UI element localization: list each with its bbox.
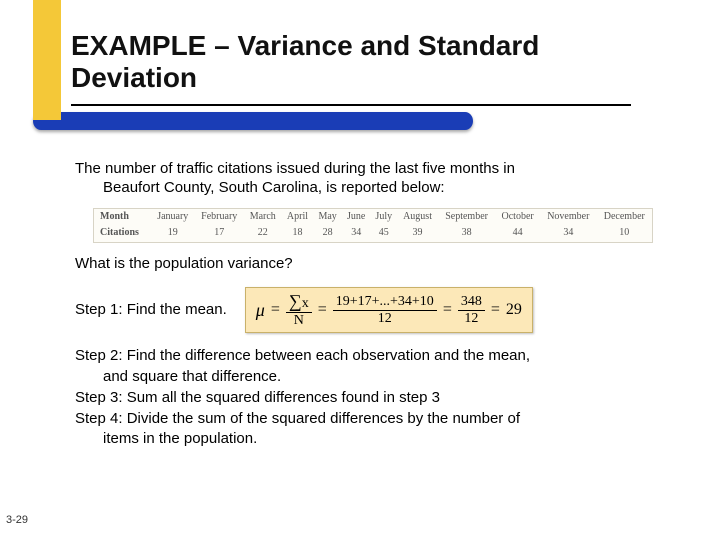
equals-sign: = bbox=[318, 300, 327, 320]
step-4-line-1: Step 4: Divide the sum of the squared di… bbox=[75, 410, 665, 429]
table-cell: September bbox=[438, 208, 495, 225]
table-cell: 17 bbox=[195, 225, 244, 242]
fraction-sumx-over-n: ∑x N bbox=[286, 292, 312, 328]
table-cell: 18 bbox=[282, 225, 314, 242]
expansion-denominator: 12 bbox=[378, 311, 392, 326]
gold-accent-bar bbox=[33, 0, 61, 120]
table-cell: 22 bbox=[244, 225, 282, 242]
table-row: Citations 19 17 22 18 28 34 45 39 38 44 … bbox=[94, 225, 653, 242]
expansion-numerator: 19+17+...+34+10 bbox=[333, 295, 437, 311]
equals-sign: = bbox=[271, 300, 280, 320]
mean-formula: μ = ∑x N = 19+17+...+34+10 12 = 348 12 =… bbox=[245, 287, 533, 333]
sum-total: 348 bbox=[458, 295, 485, 311]
mean-result: 29 bbox=[506, 300, 522, 320]
table-cell: 39 bbox=[397, 225, 438, 242]
table-cell: November bbox=[540, 208, 597, 225]
table-cell: February bbox=[195, 208, 244, 225]
slide-title: EXAMPLE – Variance and Standard Deviatio… bbox=[71, 30, 671, 94]
table-cell: June bbox=[342, 208, 371, 225]
total-denominator: 12 bbox=[464, 311, 478, 326]
intro-line-2: Beaufort County, South Carolina, is repo… bbox=[75, 179, 665, 198]
row-label: Month bbox=[94, 208, 152, 225]
table-cell: 44 bbox=[495, 225, 540, 242]
table-cell: 45 bbox=[370, 225, 397, 242]
table-cell: April bbox=[282, 208, 314, 225]
x-symbol: x bbox=[302, 296, 309, 311]
table-cell: January bbox=[151, 208, 195, 225]
fraction-total: 348 12 bbox=[458, 295, 485, 326]
title-underline bbox=[71, 104, 631, 106]
sigma-symbol: ∑ bbox=[289, 291, 302, 311]
step-2-line-2: and square that difference. bbox=[75, 368, 665, 387]
table-cell: December bbox=[597, 208, 653, 225]
table-cell: October bbox=[495, 208, 540, 225]
equals-sign: = bbox=[491, 300, 500, 320]
table-cell: 28 bbox=[313, 225, 342, 242]
body-content: The number of traffic citations issued d… bbox=[75, 160, 665, 451]
question-text: What is the population variance? bbox=[75, 255, 665, 274]
blue-accent-bar bbox=[33, 112, 473, 130]
step-1-label: Step 1: Find the mean. bbox=[75, 301, 227, 320]
table-cell: 38 bbox=[438, 225, 495, 242]
equals-sign: = bbox=[443, 300, 452, 320]
table-row: Month January February March April May J… bbox=[94, 208, 653, 225]
steps-list: Step 2: Find the difference between each… bbox=[75, 347, 665, 449]
data-table-container: Month January February March April May J… bbox=[93, 208, 653, 243]
citations-table: Month January February March April May J… bbox=[93, 208, 653, 243]
table-cell: March bbox=[244, 208, 282, 225]
step-4-line-2: items in the population. bbox=[75, 430, 665, 449]
row-label: Citations bbox=[94, 225, 152, 242]
mu-symbol: μ bbox=[256, 299, 265, 322]
table-cell: 19 bbox=[151, 225, 195, 242]
intro-line-1: The number of traffic citations issued d… bbox=[75, 160, 515, 177]
intro-text: The number of traffic citations issued d… bbox=[75, 160, 665, 198]
table-cell: May bbox=[313, 208, 342, 225]
step-2-line-1: Step 2: Find the difference between each… bbox=[75, 347, 665, 366]
step-3: Step 3: Sum all the squared differences … bbox=[75, 389, 665, 408]
table-cell: 34 bbox=[342, 225, 371, 242]
fraction-expansion: 19+17+...+34+10 12 bbox=[333, 295, 437, 326]
table-cell: August bbox=[397, 208, 438, 225]
table-cell: July bbox=[370, 208, 397, 225]
table-cell: 34 bbox=[540, 225, 597, 242]
slide-number: 3-29 bbox=[6, 514, 28, 526]
table-cell: 10 bbox=[597, 225, 653, 242]
step-1-row: Step 1: Find the mean. μ = ∑x N = 19+17+… bbox=[75, 287, 665, 333]
slide: EXAMPLE – Variance and Standard Deviatio… bbox=[0, 0, 720, 540]
n-symbol: N bbox=[294, 313, 304, 328]
